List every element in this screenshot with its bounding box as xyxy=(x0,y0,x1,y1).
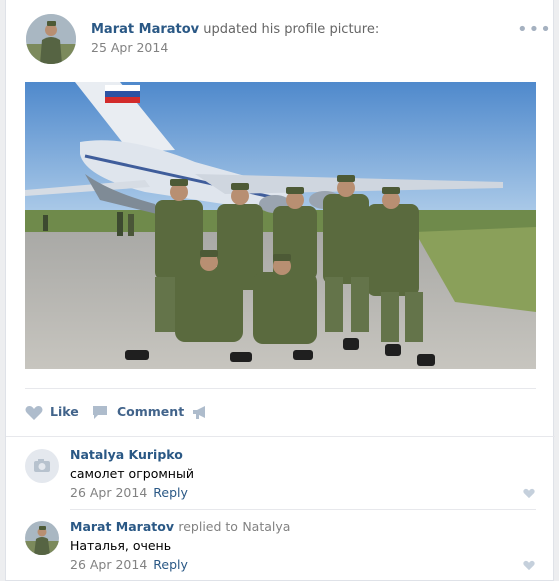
comment-date[interactable]: 26 Apr 2014 xyxy=(70,485,147,500)
divider xyxy=(6,436,555,437)
camera-icon xyxy=(34,459,50,472)
comment-like-icon[interactable] xyxy=(523,488,535,499)
post-card: Marat Maratov updated his profile pictur… xyxy=(5,0,555,581)
comment-text: Наталья, очень xyxy=(70,538,172,553)
author-name-link[interactable]: Marat Maratov xyxy=(91,22,199,37)
like-button[interactable]: Like xyxy=(25,404,85,422)
post-action-text: updated his profile picture: xyxy=(203,22,380,37)
share-button[interactable] xyxy=(192,404,212,422)
comment-text: самолет огромный xyxy=(70,466,194,481)
commenter-name[interactable]: Natalya Kuripko xyxy=(70,447,183,462)
comment-meta: 26 Apr 2014 Reply xyxy=(70,485,188,500)
divider xyxy=(25,388,536,389)
comment-icon xyxy=(93,406,107,419)
divider xyxy=(70,509,536,510)
comment-date[interactable]: 26 Apr 2014 xyxy=(70,557,147,572)
comment-meta: 26 Apr 2014 Reply xyxy=(70,557,188,572)
replied-text: replied to xyxy=(178,519,238,534)
more-options-icon[interactable]: ••• xyxy=(517,21,551,39)
reply-link[interactable]: Reply xyxy=(153,485,188,500)
post-photo[interactable] xyxy=(25,82,536,369)
commenter-avatar[interactable] xyxy=(25,449,59,483)
megaphone-icon xyxy=(193,406,205,419)
post-date[interactable]: 25 Apr 2014 xyxy=(91,40,168,55)
reply-to-name[interactable]: Natalya xyxy=(242,519,290,534)
commenter-avatar[interactable] xyxy=(25,521,59,555)
comment-label: Comment xyxy=(117,404,185,419)
comment-like-icon[interactable] xyxy=(523,560,535,571)
comment-header: Marat Maratov replied to Natalya xyxy=(70,519,290,534)
post-header: Marat Maratov updated his profile pictur… xyxy=(91,22,379,37)
reply-link[interactable]: Reply xyxy=(153,557,188,572)
commenter-name[interactable]: Marat Maratov xyxy=(70,519,174,534)
comment-button[interactable]: Comment xyxy=(92,404,187,422)
like-label: Like xyxy=(50,404,79,419)
heart-icon xyxy=(25,406,43,420)
author-avatar[interactable] xyxy=(26,14,76,64)
